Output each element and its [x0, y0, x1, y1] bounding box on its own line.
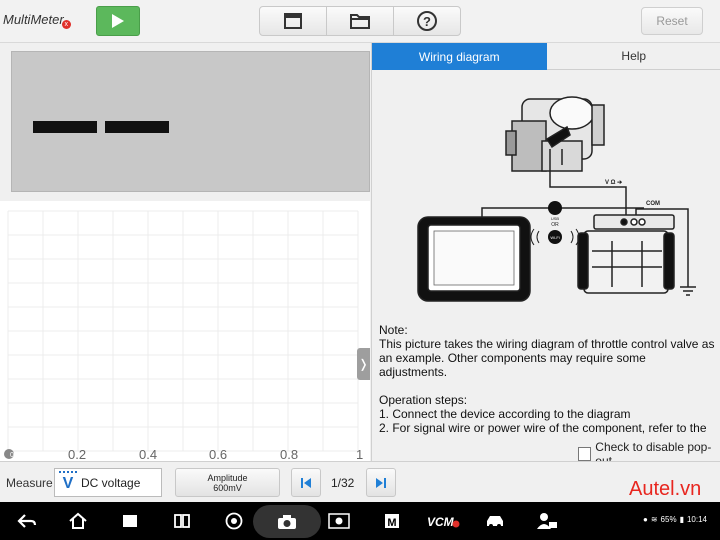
help-button[interactable]: ? — [394, 7, 460, 35]
step-2: 2. For signal wire or power wire of the … — [379, 421, 707, 435]
first-page-button[interactable] — [291, 468, 321, 497]
home-icon[interactable] — [67, 511, 89, 531]
reading-dash-2 — [105, 121, 169, 133]
last-page-button[interactable] — [366, 468, 396, 497]
skip-back-icon — [301, 477, 311, 488]
steps-title: Operation steps: — [379, 393, 468, 407]
svg-text:M: M — [387, 517, 396, 529]
x-tick-3: 0.6 — [209, 447, 228, 462]
x-tick-1: 0.2 — [68, 447, 87, 462]
battery-icon: ▮ — [679, 515, 684, 524]
svg-text:USB: USB — [551, 216, 560, 221]
app-title: MultiMeterx — [3, 12, 71, 29]
info-tabs: Wiring diagram Help — [372, 43, 720, 70]
step-1: 1. Connect the device according to the d… — [379, 407, 631, 421]
multimeter-device-icon — [577, 214, 675, 294]
run-button[interactable] — [96, 6, 140, 36]
svg-text:Wi-Fi: Wi-Fi — [550, 235, 559, 240]
tool-group: ? — [259, 6, 461, 36]
window-button[interactable] — [260, 7, 327, 35]
user-service-icon[interactable] — [536, 511, 558, 531]
panel-toggle-handle[interactable]: ❭ — [357, 348, 370, 380]
svg-text:?: ? — [423, 14, 431, 29]
reading-dash-1 — [33, 121, 97, 133]
recent-apps-icon[interactable] — [119, 511, 141, 531]
x-tick-4: 0.8 — [280, 447, 299, 462]
maxifix-icon[interactable]: M — [381, 511, 403, 531]
wifi-status-icon: ≋ — [650, 515, 658, 524]
camera-icon — [278, 514, 296, 529]
battery-level: 65% — [660, 515, 677, 524]
vehicle-icon[interactable] — [484, 511, 506, 531]
x-tick-5: 1 — [356, 447, 364, 462]
svg-text:COM: COM — [646, 201, 660, 207]
ground-icon — [680, 286, 696, 296]
clock: 10:14 — [686, 515, 707, 524]
svg-text:V Ω ➔: V Ω ➔ — [605, 180, 622, 186]
split-screen-icon[interactable] — [171, 511, 193, 531]
folder-button[interactable] — [327, 7, 394, 35]
tab-help[interactable]: Help — [546, 43, 720, 70]
x-tick-2: 0.4 — [139, 447, 158, 462]
dc-voltage-icon: V — [59, 470, 77, 495]
reading-display — [11, 51, 370, 192]
help-icon: ? — [417, 11, 437, 31]
wiring-diagram-image: V Ω ➔ COM USB OR Wi-Fi — [417, 96, 696, 302]
throttle-body-icon — [505, 96, 605, 172]
measure-value: DC voltage — [81, 475, 141, 490]
screenshot-button[interactable] — [253, 505, 321, 538]
measure-label: Measure — [6, 476, 53, 490]
svg-text:OR: OR — [551, 222, 559, 228]
close-badge-icon[interactable]: x — [61, 20, 71, 29]
reset-button[interactable]: Reset — [641, 7, 703, 35]
wiring-note: Note: This picture takes the wiring diag… — [379, 323, 717, 435]
skip-forward-icon — [376, 477, 386, 488]
graph-grid — [4, 210, 359, 459]
amplitude-label: Amplitude — [207, 473, 248, 483]
svg-text:VCM: VCM — [427, 515, 455, 529]
x-tick-0: 0 — [10, 452, 14, 459]
play-icon — [112, 14, 124, 28]
amplitude-value: 600mV — [213, 483, 242, 493]
amplitude-button[interactable]: Amplitude 600mV — [175, 468, 280, 497]
notification-icon: ● — [643, 515, 648, 524]
vcm-icon[interactable]: VCM — [426, 511, 460, 531]
brightness-icon[interactable] — [328, 511, 350, 531]
disable-popout-checkbox[interactable] — [578, 447, 592, 461]
measure-select[interactable]: V DC voltage — [54, 468, 162, 497]
usb-icon — [548, 201, 562, 215]
browser-icon[interactable] — [223, 511, 245, 531]
note-title: Note: — [379, 323, 408, 337]
back-icon[interactable] — [16, 511, 38, 531]
system-nav-bar: M VCM ● ≋ 65% ▮ 10:14 — [0, 502, 720, 540]
waveform-graph[interactable] — [0, 201, 370, 461]
note-body: This picture takes the wiring diagram of… — [379, 337, 715, 379]
chevron-right-icon: ❭ — [358, 357, 369, 371]
folder-icon — [350, 14, 370, 29]
bottom-toolbar: Measure V DC voltage Amplitude 600mV 1/3… — [0, 461, 720, 502]
tablet-device-icon — [417, 216, 531, 302]
page-indicator: 1/32 — [331, 476, 355, 490]
tab-wiring-diagram[interactable]: Wiring diagram — [372, 43, 547, 70]
status-area: ● ≋ 65% ▮ 10:14 — [643, 515, 707, 524]
window-icon — [284, 13, 302, 29]
watermark: Autel.vn — [629, 478, 702, 500]
info-panel: Wiring diagram Help V Ω ➔ COM USB OR Wi-… — [371, 43, 720, 468]
top-toolbar: MultiMeterx ? Reset — [0, 0, 720, 43]
